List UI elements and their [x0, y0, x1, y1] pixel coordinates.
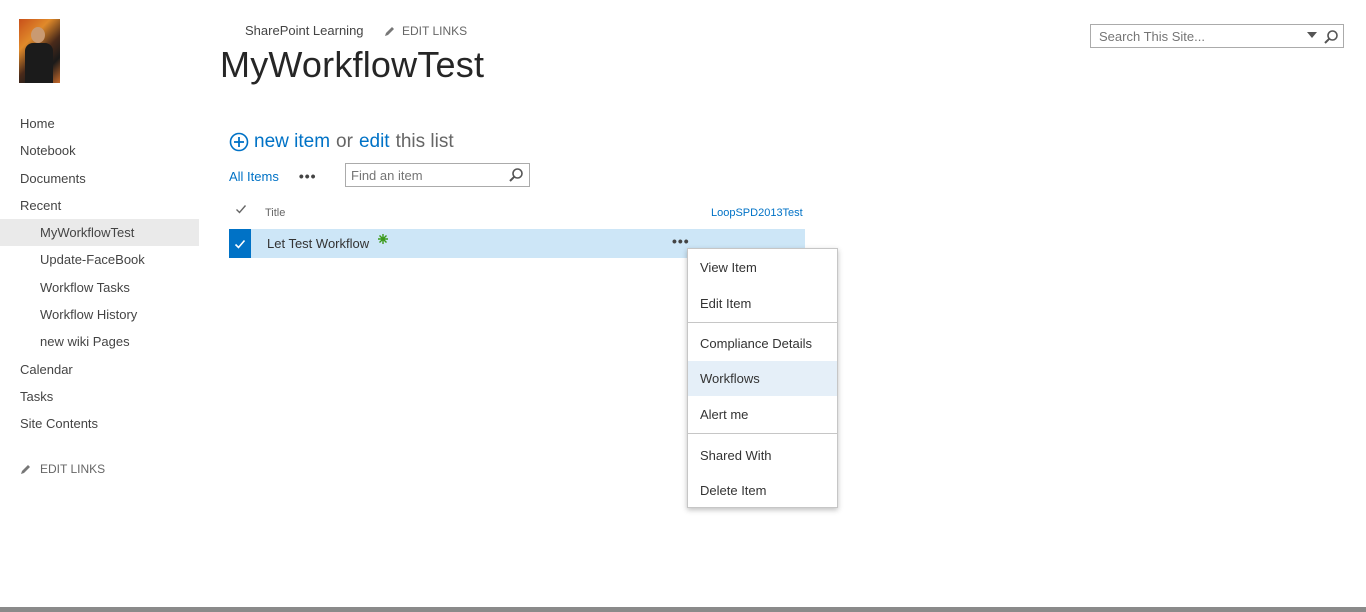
nav-item-tasks[interactable]: Tasks	[0, 383, 199, 410]
open-menu-button[interactable]: •••	[672, 233, 690, 249]
more-views-button[interactable]: •••	[299, 168, 317, 184]
nav-item-documents[interactable]: Documents	[0, 165, 199, 192]
nav-item-workflow-tasks[interactable]: Workflow Tasks	[0, 274, 199, 301]
menu-item-shared-with[interactable]: Shared With	[688, 438, 837, 473]
top-edit-links-label: EDIT LINKS	[402, 24, 468, 38]
menu-item-compliance-details[interactable]: Compliance Details	[688, 326, 837, 361]
menu-item-workflows[interactable]: Workflows	[688, 361, 837, 396]
view-selector: All Items •••	[229, 168, 317, 184]
pencil-icon	[385, 27, 394, 36]
column-header-title[interactable]: Title	[265, 207, 285, 219]
nav-item-update-facebook[interactable]: Update-FaceBook	[0, 246, 199, 273]
nav-item-home[interactable]: Home	[0, 110, 199, 137]
site-title-link[interactable]: SharePoint Learning	[245, 23, 364, 38]
left-navigation: Home Notebook Documents Recent MyWorkflo…	[0, 110, 199, 438]
menu-item-view-item[interactable]: View Item	[688, 250, 837, 285]
search-icon[interactable]	[508, 167, 524, 183]
site-search-input[interactable]	[1091, 26, 1291, 46]
item-context-menu: View Item Edit Item Compliance Details W…	[687, 248, 838, 508]
view-all-items[interactable]: All Items	[229, 169, 279, 184]
nav-item-calendar[interactable]: Calendar	[0, 356, 199, 383]
menu-item-alert-me[interactable]: Alert me	[688, 397, 837, 432]
taskbar-strip	[0, 607, 1366, 612]
row-select-checkbox[interactable]	[229, 229, 251, 258]
this-list-text: this list	[395, 131, 454, 152]
or-text: or	[336, 131, 353, 152]
nav-edit-links-label: EDIT LINKS	[40, 462, 106, 476]
find-item-input[interactable]	[346, 164, 506, 186]
nav-item-recent[interactable]: Recent	[0, 192, 199, 219]
nav-item-new-wiki-pages[interactable]: new wiki Pages	[0, 328, 199, 355]
logo-face	[31, 27, 45, 43]
logo-body	[25, 43, 53, 83]
new-item-link[interactable]: new item	[254, 131, 330, 153]
site-logo[interactable]	[19, 19, 60, 83]
chevron-down-icon[interactable]	[1307, 32, 1317, 38]
find-item-box[interactable]	[345, 163, 530, 187]
edit-list-link[interactable]: edit	[359, 131, 390, 153]
check-icon	[234, 239, 246, 249]
nav-item-notebook[interactable]: Notebook	[0, 137, 199, 164]
new-item-star-icon	[378, 234, 388, 244]
site-search-box[interactable]	[1090, 24, 1344, 48]
nav-item-site-contents[interactable]: Site Contents	[0, 410, 199, 437]
add-circle-icon[interactable]	[229, 132, 249, 152]
row-title-link[interactable]: Let Test Workflow	[267, 236, 369, 251]
menu-divider	[688, 433, 837, 434]
nav-item-myworkflowtest[interactable]: MyWorkflowTest	[0, 219, 199, 247]
menu-item-delete-item[interactable]: Delete Item	[688, 473, 837, 508]
nav-edit-links[interactable]: EDIT LINKS	[20, 462, 105, 476]
menu-item-edit-item[interactable]: Edit Item	[688, 286, 837, 321]
new-item-bar: new item or edit this list	[229, 131, 454, 153]
list-header: Title LoopSPD2013Test	[229, 200, 805, 226]
page-title: MyWorkflowTest	[220, 44, 485, 85]
top-edit-links[interactable]: EDIT LINKS	[384, 24, 467, 38]
pencil-icon	[21, 465, 30, 474]
search-icon[interactable]	[1323, 29, 1339, 45]
nav-item-workflow-history[interactable]: Workflow History	[0, 301, 199, 328]
menu-divider	[688, 322, 837, 323]
select-all-check-icon[interactable]	[235, 203, 247, 215]
column-header-workflow[interactable]: LoopSPD2013Test	[711, 207, 803, 219]
